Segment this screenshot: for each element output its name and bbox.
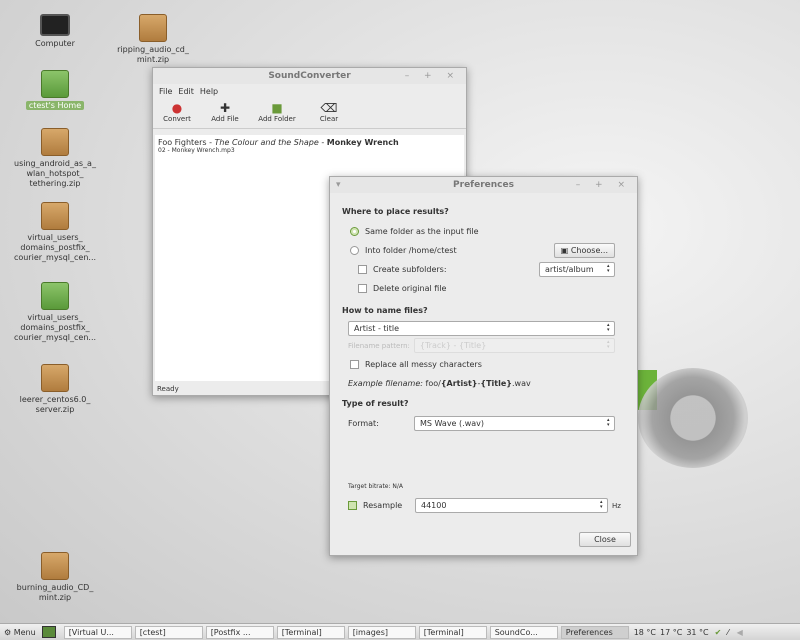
same-folder-radio[interactable]: Same folder as the input file: [342, 222, 625, 241]
menu-edit[interactable]: Edit: [178, 87, 194, 96]
box-icon: [41, 202, 69, 230]
window-title: SoundConverter – + ×: [153, 68, 466, 84]
menu-file[interactable]: File: [159, 87, 172, 96]
choose-button[interactable]: ▣ Choose...: [553, 243, 615, 258]
taskbar-item[interactable]: [ctest]: [134, 625, 203, 639]
show-desktop-icon[interactable]: [41, 626, 56, 638]
weather-3: 31 °C: [686, 627, 709, 637]
dialog-title: ▾ Preferences – + ×: [330, 177, 637, 193]
window-controls[interactable]: – + ×: [405, 68, 460, 84]
clear-icon: ⌫: [320, 101, 338, 115]
section-type: Type of result?: [342, 399, 409, 408]
box-icon: [41, 364, 69, 392]
naming-select[interactable]: Artist - title: [348, 321, 615, 336]
box-icon: [41, 128, 69, 156]
add-folder-button[interactable]: ■ Add Folder: [255, 101, 299, 126]
toolbar: ● Convert ✚ Add File ■ Add Folder ⌫ Clear: [153, 99, 466, 129]
convert-icon: ●: [171, 101, 183, 115]
folder-icon: ■: [271, 101, 283, 115]
format-row: Format: MS Wave (.wav): [342, 414, 625, 433]
format-select[interactable]: MS Wave (.wav): [414, 416, 615, 431]
folder-icon: [41, 282, 69, 310]
add-file-button[interactable]: ✚ Add File: [207, 101, 243, 126]
into-folder-radio[interactable]: Into folder /home/ctest ▣ Choose...: [342, 241, 625, 260]
folder-icon: [41, 70, 69, 98]
section-where: Where to place results?: [342, 207, 449, 216]
mint-logo-wallpaper: [638, 368, 748, 468]
close-button[interactable]: Close: [579, 532, 631, 547]
subfolder-select[interactable]: artist/album: [539, 262, 615, 277]
delete-original-checkbox[interactable]: Delete original file: [342, 279, 625, 298]
desktop-icon[interactable]: virtual_users_ domains_postfix_ courier_…: [10, 202, 100, 263]
box-icon: [139, 14, 167, 42]
plus-icon: ✚: [219, 101, 231, 115]
monitor-icon: [40, 14, 70, 36]
target-bitrate: Target bitrate: N/A: [348, 483, 404, 490]
desktop-icon[interactable]: burning_audio_CD_ mint.zip: [10, 552, 100, 603]
list-item[interactable]: Foo Fighters - The Colour and the Shape …: [158, 138, 461, 154]
network-icon[interactable]: ⁄: [727, 628, 728, 637]
taskbar-item[interactable]: [Terminal]: [418, 625, 487, 639]
taskbar-item[interactable]: [Terminal]: [276, 625, 345, 639]
menu-help[interactable]: Help: [200, 87, 218, 96]
weather-2: 17 °C: [660, 627, 683, 637]
resample-checkbox[interactable]: [348, 501, 357, 510]
resample-input[interactable]: 44100: [415, 498, 609, 513]
status-bar: Ready: [157, 385, 179, 393]
shield-icon[interactable]: ✔: [715, 628, 722, 637]
preferences-dialog: ▾ Preferences – + × Where to place results…: [329, 176, 638, 556]
volume-icon[interactable]: ◀: [737, 628, 743, 637]
convert-button[interactable]: ● Convert: [159, 101, 195, 126]
desktop-icon[interactable]: virtual_users_ domains_postfix_ courier_…: [10, 282, 100, 343]
box-icon: [41, 552, 69, 580]
resample-row: Resample 44100Hz: [342, 496, 625, 515]
desktop-icon[interactable]: ripping_audio_cd_ mint.zip: [108, 14, 198, 65]
taskbar-item[interactable]: [Postfix ...: [205, 625, 274, 639]
desktop-icon[interactable]: using_android_as_a_ wlan_hotspot_ tether…: [10, 128, 100, 189]
taskbar-item[interactable]: Preferences: [560, 625, 629, 639]
replace-messy-checkbox[interactable]: Replace all messy characters: [342, 355, 625, 374]
desktop-icon[interactable]: ctest's Home: [10, 70, 100, 111]
section-naming: How to name files?: [342, 306, 428, 315]
taskbar: ⚙ Menu [Virtual U... [ctest] [Postfix ...[…: [0, 623, 800, 640]
taskbar-item[interactable]: SoundCo...: [489, 625, 558, 639]
desktop-icon[interactable]: leerer_centos6.0_ server.zip: [10, 364, 100, 415]
weather-1: 18 °C: [633, 627, 656, 637]
taskbar-item[interactable]: [Virtual U...: [63, 625, 132, 639]
menu-button[interactable]: ⚙ Menu: [4, 628, 36, 637]
pattern-input: {Track} - {Title}: [413, 338, 615, 353]
desktop-icon[interactable]: Computer: [10, 14, 100, 49]
menubar: File Edit Help: [153, 84, 466, 99]
create-subfolders-checkbox[interactable]: Create subfolders: artist/album: [342, 260, 625, 279]
example-filename: Example filename: foo/{Artist} - {Title} .w…: [348, 379, 531, 388]
pattern-row: Filename pattern: {Track} - {Title}: [342, 336, 625, 355]
taskbar-item[interactable]: [images]: [347, 625, 416, 639]
clear-button[interactable]: ⌫ Clear: [311, 101, 347, 126]
